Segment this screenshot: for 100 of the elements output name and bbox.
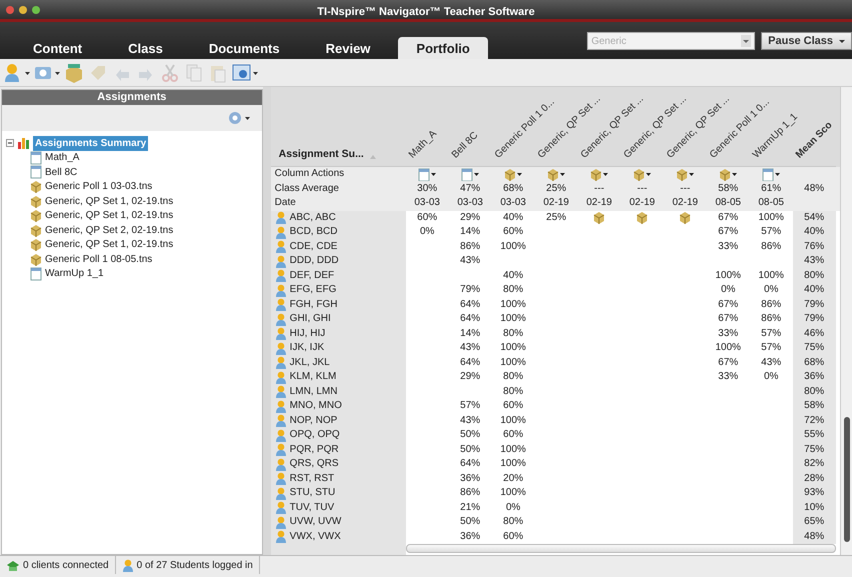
- tree-item[interactable]: Math_A: [45, 150, 80, 166]
- gear-menu-button[interactable]: [228, 111, 250, 125]
- column-action-button[interactable]: [762, 168, 780, 181]
- row-label: FGH, FGH: [290, 298, 338, 312]
- tree-item[interactable]: Generic, QP Set 1, 02-19.tns: [45, 194, 174, 209]
- table-cell: 93%: [804, 487, 824, 498]
- box-icon: [30, 209, 42, 222]
- zoom-button[interactable]: [32, 6, 40, 14]
- table-cell: 30%: [417, 182, 438, 194]
- column-action-button[interactable]: [676, 168, 694, 181]
- tab[interactable]: Content: [15, 37, 100, 59]
- document-icon: [30, 266, 42, 281]
- table-cell: 0%: [764, 371, 778, 382]
- box-icon: [679, 211, 692, 224]
- table-cell: 0%: [764, 284, 778, 295]
- table-cell: 64%: [460, 298, 480, 310]
- tab[interactable]: Documents: [190, 37, 298, 59]
- screen-capture-button[interactable]: [232, 62, 258, 82]
- table-cell: 67%: [718, 313, 738, 324]
- tree-item[interactable]: Generic, QP Set 1, 02-19.tns: [45, 237, 174, 252]
- table-cell: 86%: [761, 298, 782, 310]
- table-cell: 40%: [804, 226, 824, 237]
- table-cell: 80%: [503, 371, 524, 382]
- table-cell: 25%: [546, 212, 566, 222]
- column-action-button[interactable]: [418, 168, 436, 181]
- person-icon: [274, 284, 287, 297]
- table-cell: 50%: [460, 444, 480, 454]
- person-icon: [274, 312, 287, 326]
- tree-item[interactable]: Bell 8C: [45, 164, 78, 180]
- tab[interactable]: Portfolio: [398, 37, 488, 59]
- table-cell: 08-05: [758, 197, 784, 208]
- person-icon: [274, 240, 287, 254]
- person-icon: [274, 443, 287, 456]
- person-icon: [274, 327, 287, 340]
- table-cell: 80%: [503, 386, 524, 396]
- table-cell: 47%: [460, 182, 480, 194]
- table-cell: 64%: [460, 313, 480, 324]
- row-label: GHI, GHI: [290, 312, 331, 326]
- box-icon: [636, 211, 648, 224]
- table-cell: 100%: [500, 458, 526, 469]
- table-cell: 68%: [503, 182, 524, 194]
- column-action-button[interactable]: [590, 168, 608, 181]
- row-label: MNO, MNO: [290, 399, 342, 413]
- column-action-button[interactable]: [504, 168, 522, 181]
- pause-class-button[interactable]: Pause Class: [761, 32, 852, 50]
- tree-item[interactable]: Generic, QP Set 1, 02-19.tns: [45, 208, 174, 224]
- table-cell: 46%: [804, 328, 824, 338]
- collapse-icon[interactable]: [6, 139, 14, 148]
- table-cell: 03-03: [457, 197, 483, 208]
- table-cell: 43%: [460, 414, 480, 426]
- table-cell: 100%: [500, 444, 526, 454]
- row-label: EFG, EFG: [290, 283, 336, 297]
- table-cell: 21%: [460, 502, 480, 512]
- tab[interactable]: Class: [110, 37, 181, 59]
- column-action-button[interactable]: [633, 168, 652, 181]
- tree-item[interactable]: Assignments Summary: [33, 136, 148, 151]
- table-cell: 14%: [460, 328, 480, 338]
- column-header[interactable]: Assignment Su...: [270, 147, 364, 166]
- table-cell: 14%: [460, 226, 480, 237]
- minimize-button[interactable]: [19, 6, 27, 14]
- tree-item[interactable]: WarmUp 1_1: [45, 266, 104, 282]
- table-cell: 100%: [500, 240, 526, 252]
- tree-item[interactable]: Generic Poll 1 08-05.tns: [45, 252, 152, 267]
- table-cell: 100%: [500, 487, 526, 498]
- table-cell: 60%: [503, 400, 524, 411]
- row-label: KLM, KLM: [290, 370, 336, 384]
- table-cell: 67%: [718, 298, 738, 310]
- table-cell: 100%: [715, 342, 741, 353]
- table-cell: 64%: [460, 356, 480, 368]
- tree-item[interactable]: Generic, QP Set 2, 02-19.tns: [45, 222, 174, 238]
- column-action-button[interactable]: [547, 168, 566, 181]
- table-cell: 100%: [500, 414, 526, 426]
- row-label: Date: [274, 196, 296, 210]
- table-cell: 82%: [804, 458, 824, 469]
- row-label: PQR, PQR: [290, 442, 339, 456]
- table-cell: 40%: [804, 284, 824, 295]
- tab[interactable]: Review: [308, 37, 388, 59]
- person-icon: [274, 472, 287, 486]
- row-label: LMN, LMN: [290, 384, 338, 398]
- table-cell: 33%: [718, 371, 738, 382]
- column-header[interactable]: Bell 8C: [448, 128, 482, 162]
- vertical-scrollbar[interactable]: [840, 87, 852, 555]
- table-cell: 67%: [718, 226, 738, 237]
- horizontal-scrollbar[interactable]: [406, 544, 836, 553]
- table-cell: 65%: [804, 516, 824, 527]
- column-action-button[interactable]: [461, 168, 480, 181]
- table-cell: 50%: [460, 429, 480, 440]
- table-cell: 75%: [804, 444, 824, 454]
- tree-item[interactable]: Generic Poll 1 03-03.tns: [45, 179, 152, 194]
- document-icon: [30, 165, 42, 180]
- table-cell: 55%: [804, 429, 824, 440]
- column-action-button[interactable]: [719, 168, 738, 181]
- table-cell: 58%: [804, 400, 824, 411]
- table-cell: 20%: [503, 472, 524, 484]
- close-button[interactable]: [6, 6, 14, 14]
- table-cell: 86%: [761, 240, 782, 252]
- box-icon: [30, 238, 42, 252]
- person-icon: [274, 516, 287, 529]
- table-cell: ---: [594, 182, 604, 194]
- row-label: TUV, TUV: [290, 500, 334, 514]
